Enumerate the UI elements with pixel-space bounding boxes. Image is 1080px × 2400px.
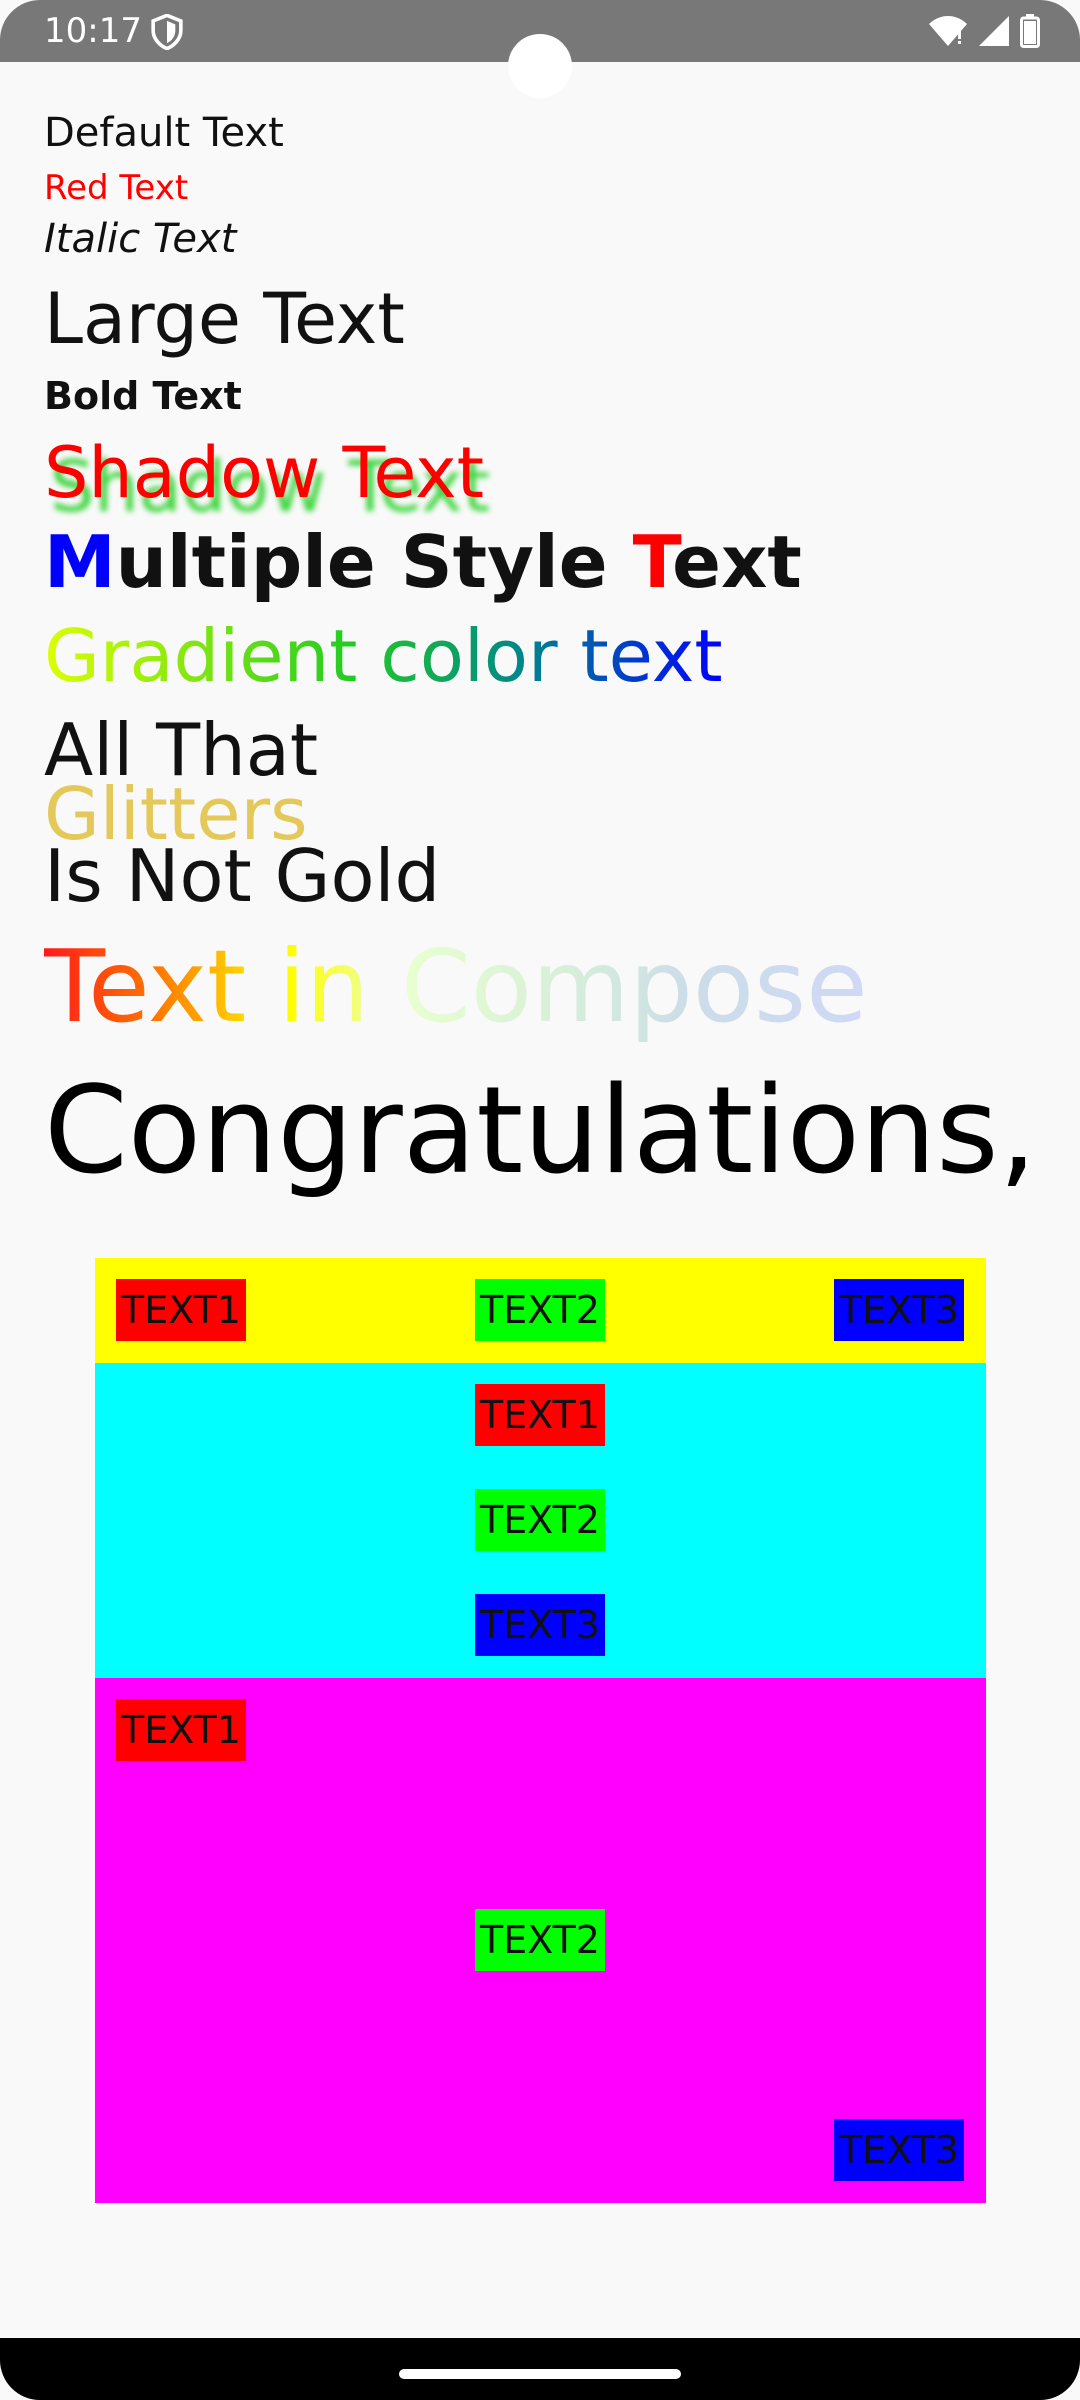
- column-text3-chip: TEXT3: [475, 1594, 605, 1656]
- congratulations-text: Congratulations,: [44, 1062, 1037, 1201]
- stack-box: TEXT1 TEXT2 TEXT3: [95, 1678, 986, 2203]
- multi-style-first-letter: M: [44, 520, 116, 604]
- large-text: Large Text: [44, 278, 405, 360]
- gradient-text: Gradient color text: [44, 614, 723, 698]
- signal-icon: [979, 16, 1009, 46]
- bold-text: Bold Text: [44, 374, 242, 418]
- italic-text: Italic Text: [44, 216, 237, 262]
- multi-style-accent-letter: T: [632, 520, 673, 604]
- row-text3-chip: TEXT3: [834, 1279, 964, 1341]
- battery-icon: [1020, 14, 1040, 48]
- glitter-line-3: Is Not Gold: [44, 834, 441, 918]
- status-time: 10:17: [44, 11, 142, 51]
- home-gesture-handle[interactable]: [399, 2369, 681, 2379]
- column-text2-chip: TEXT2: [475, 1489, 605, 1551]
- column-text1-chip: TEXT1: [475, 1384, 605, 1446]
- red-text: Red Text: [44, 168, 189, 208]
- row-text1-chip: TEXT1: [116, 1279, 246, 1341]
- wifi-icon: [929, 16, 967, 46]
- shield-icon: [151, 14, 183, 50]
- multi-style-middle: ultiple Style: [115, 520, 633, 604]
- stack-text1-chip: TEXT1: [116, 1699, 246, 1761]
- row-box: TEXT1 TEXT2 TEXT3: [95, 1258, 986, 1363]
- camera-cutout: [508, 34, 572, 98]
- shadow-text: Shadow Text: [44, 432, 485, 514]
- stack-text2-chip: TEXT2: [475, 1909, 605, 1971]
- stack-text3-chip: TEXT3: [834, 2119, 964, 2181]
- multi-style-end: ext: [672, 520, 802, 604]
- default-text: Default Text: [44, 110, 284, 156]
- rainbow-text: Text in Compose: [44, 928, 868, 1045]
- column-box: TEXT1 TEXT2 TEXT3: [95, 1363, 986, 1678]
- multiple-style-text: Multiple Style Text: [44, 520, 802, 604]
- status-icons: [928, 10, 1040, 52]
- row-text2-chip: TEXT2: [475, 1279, 605, 1341]
